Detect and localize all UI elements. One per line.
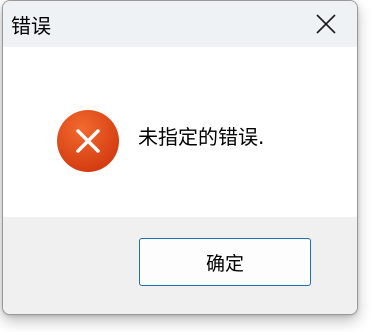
- title-bar: 错误: [3, 1, 357, 47]
- ok-button[interactable]: 确定: [139, 238, 311, 286]
- close-button[interactable]: [295, 1, 357, 47]
- error-icon: [57, 110, 119, 172]
- window-title: 错误: [11, 14, 51, 38]
- error-message: 未指定的错误.: [138, 125, 265, 149]
- dialog-body: 未指定的错误.: [3, 47, 357, 217]
- close-icon: [316, 14, 336, 34]
- dialog-footer: 确定: [3, 217, 357, 314]
- error-dialog: 错误 未指定的错误. 确定: [2, 0, 358, 315]
